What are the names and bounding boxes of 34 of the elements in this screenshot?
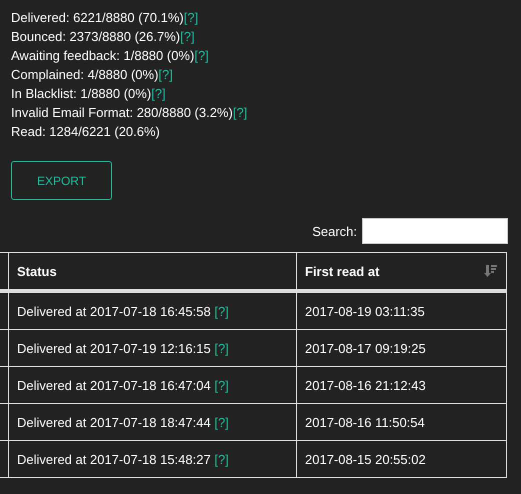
search-field[interactable] xyxy=(362,218,508,244)
table-cell: Delivered at 2017-07-18 16:47:04 [?] xyxy=(8,366,296,404)
table-cell: 2017-08-16 11:50:54 xyxy=(296,404,506,440)
stat-text: Invalid Email Format: 280/8880 (3.2%) xyxy=(11,105,233,120)
table-cell: 2017-08-19 03:11:35 xyxy=(296,291,506,330)
table-cell: 2017-08-15 20:55:02 xyxy=(296,440,506,478)
stat-text: Bounced: 2373/8880 (26.7%) xyxy=(11,29,180,44)
help-link[interactable]: [?] xyxy=(194,48,209,63)
table-cell: Delivered at 2017-07-19 12:16:15 [?] xyxy=(8,330,296,366)
help-link[interactable]: [?] xyxy=(214,414,229,430)
help-link[interactable]: [?] xyxy=(158,67,173,82)
help-link[interactable]: [?] xyxy=(232,105,248,120)
stat-text: Awaiting feedback: 1/8880 (0%) xyxy=(11,48,194,63)
search-label: Search: xyxy=(312,224,357,238)
table-cell: 2017-08-16 21:12:43 xyxy=(296,366,506,404)
help-link[interactable]: [?] xyxy=(151,86,166,101)
export-button[interactable]: EXPORT xyxy=(11,161,112,200)
help-link[interactable]: [?] xyxy=(214,452,229,466)
help-link[interactable]: [?] xyxy=(184,10,198,25)
sort-icon[interactable] xyxy=(484,264,498,278)
table-cell: Delivered at 2017-07-18 16:45:58 [?] xyxy=(8,291,296,330)
stat-text: In Blacklist: 1/8880 (0%) xyxy=(11,86,152,101)
column-header[interactable]: Status xyxy=(8,252,296,291)
help-link[interactable]: [?] xyxy=(214,340,229,356)
help-link[interactable]: [?] xyxy=(214,304,229,318)
stat-text: Complained: 4/8880 (0%) xyxy=(11,67,158,82)
help-link[interactable]: [?] xyxy=(214,378,229,392)
column-header[interactable]: First read at xyxy=(305,264,380,278)
table-cell: Delivered at 2017-07-18 18:47:44 [?] xyxy=(8,404,296,440)
table-cell: 2017-08-17 09:19:25 xyxy=(296,330,506,366)
stat-text: Read: 1284/6221 (20.6%) xyxy=(11,124,160,139)
stat-text: Delivered: 6221/8880 (70.1%) xyxy=(11,10,184,25)
table-cell: Delivered at 2017-07-18 15:48:27 [?] xyxy=(8,440,296,478)
help-link[interactable]: [?] xyxy=(180,29,195,44)
